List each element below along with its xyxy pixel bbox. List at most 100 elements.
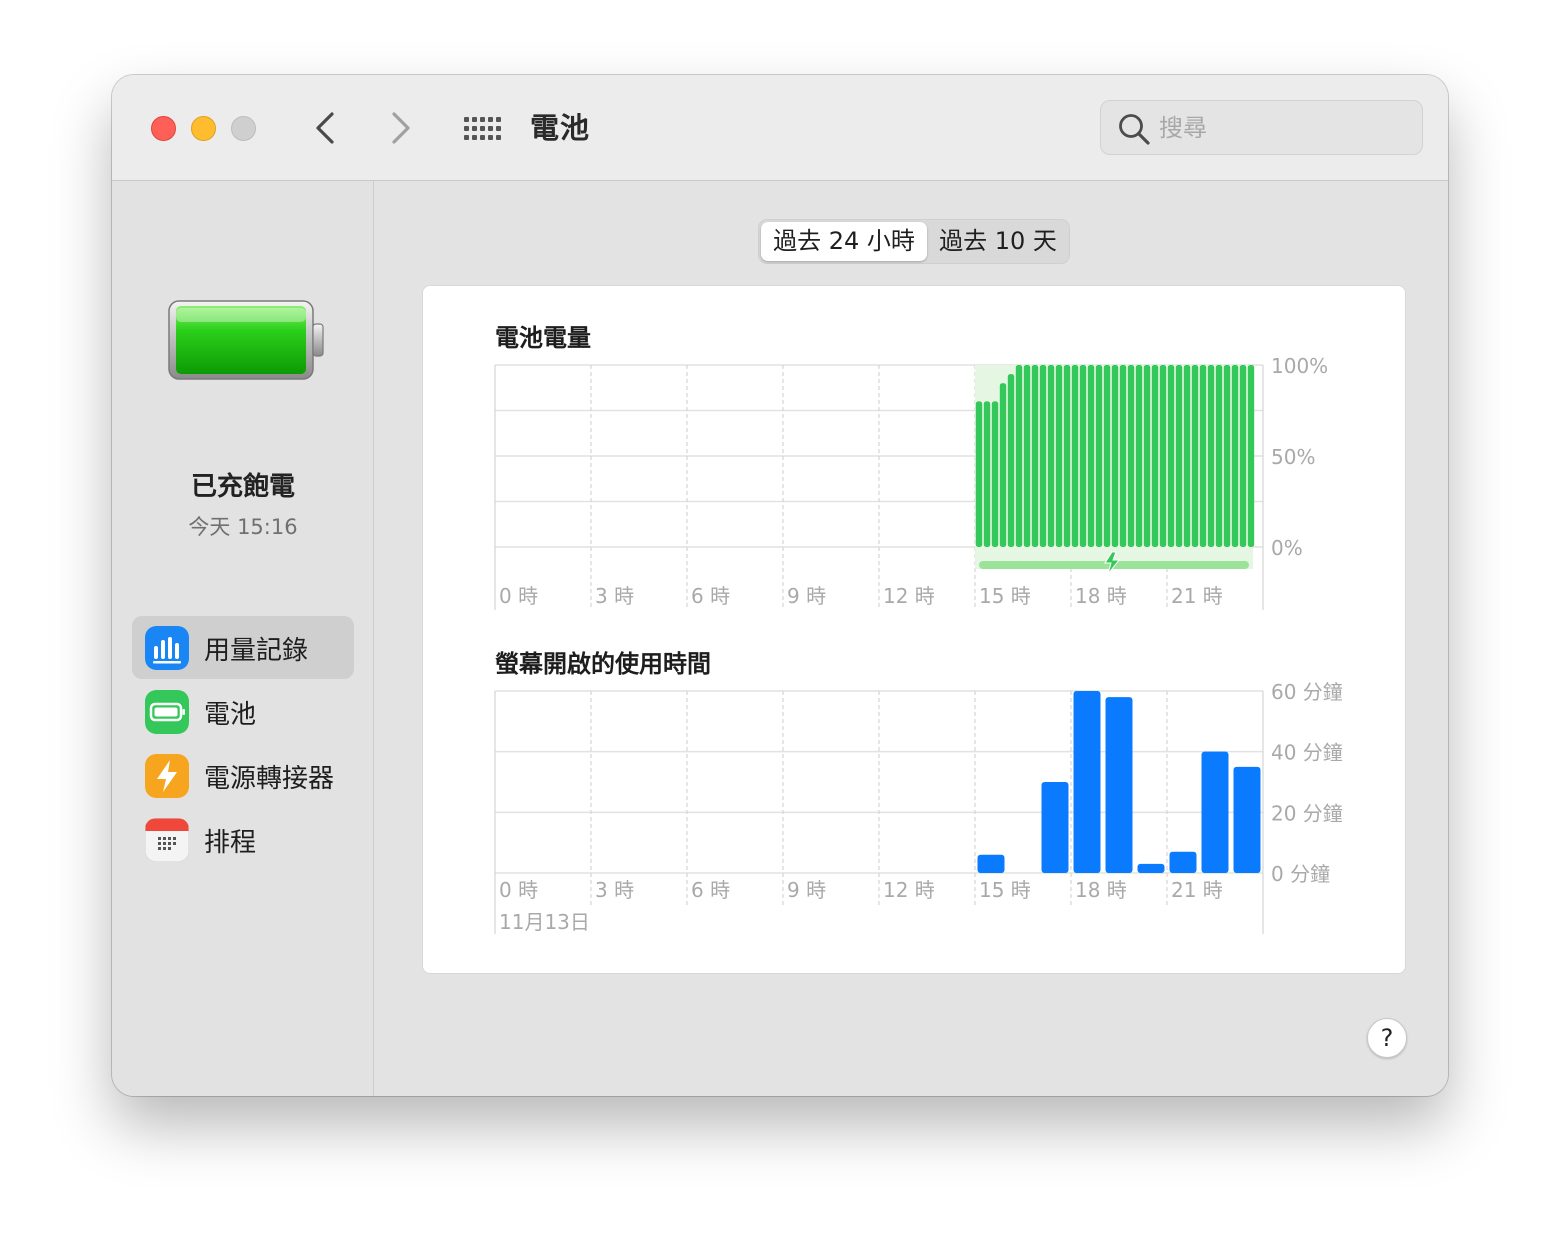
battery-level-bar: [1047, 365, 1055, 547]
battery-level-bar: [1183, 365, 1191, 547]
x-tick-label: 21 時: [1171, 584, 1223, 608]
title-bar: 電池: [112, 75, 1448, 181]
close-button[interactable]: [151, 116, 176, 141]
x-tick-label: 0 時: [499, 878, 538, 902]
sidebar-item-label: 排程: [204, 828, 257, 858]
battery-level-bar: [1111, 365, 1119, 547]
minimize-button[interactable]: [191, 116, 216, 141]
sidebar-item-power-adapter[interactable]: 電源轉接器: [132, 744, 354, 807]
battery-level-bar: [1207, 365, 1215, 547]
x-tick-label: 3 時: [595, 878, 634, 902]
y-tick-label: 0%: [1271, 536, 1303, 560]
battery-level-bar: [1167, 365, 1175, 547]
x-tick-label: 18 時: [1075, 584, 1127, 608]
x-tick-label: 12 時: [883, 584, 935, 608]
y-tick-label: 0 分鐘: [1271, 862, 1330, 886]
y-tick-label: 50%: [1271, 445, 1315, 469]
y-tick-label: 20 分鐘: [1271, 801, 1343, 825]
battery-level-bar: [1143, 365, 1151, 547]
x-tick-label: 3 時: [595, 584, 634, 608]
battery-level-bar: [1223, 365, 1231, 547]
battery-level-bar: [1151, 365, 1159, 547]
battery-level-bar: [983, 401, 991, 547]
battery-level-bar: [1079, 365, 1087, 547]
sidebar-item-label: 電池: [204, 700, 257, 730]
x-tick-label: 15 時: [979, 878, 1031, 902]
screen-time-bar: [1041, 782, 1069, 873]
battery-level-bar: [1095, 365, 1103, 547]
battery-level-bar: [1191, 365, 1199, 547]
y-tick-label: 100%: [1271, 354, 1328, 378]
segment-last-24-hours[interactable]: 過去 24 小時: [761, 222, 927, 261]
x-tick-label: 0 時: [499, 584, 538, 608]
usage-chart-icon: [145, 626, 189, 670]
battery-level-bar: [1031, 365, 1039, 547]
battery-level-bar: [1103, 365, 1111, 547]
window-title: 電池: [530, 111, 591, 145]
battery-level-bar: [1015, 365, 1023, 547]
x-tick-label: 9 時: [787, 584, 826, 608]
screen-time-bar: [1073, 691, 1101, 873]
battery-level-bar: [1039, 365, 1047, 547]
x-tick-label: 6 時: [691, 584, 730, 608]
sidebar: 已充飽電 今天 15:16 用量記錄 電池 電源轉接器 排程: [112, 181, 374, 1096]
screen-time-bar: [1201, 751, 1229, 873]
segment-last-10-days[interactable]: 過去 10 天: [929, 222, 1067, 261]
lightning-icon: [145, 754, 189, 798]
battery-level-bar: [1175, 365, 1183, 547]
battery-level-bar: [1087, 365, 1095, 547]
usage-charts: 電池電量 100% 50% 0% 0 時 3 時 6 時 9 時 12 時 15 時 18 時 21 …: [494, 324, 1343, 934]
battery-level-bar: [1135, 365, 1143, 547]
x-tick-label: 18 時: [1075, 878, 1127, 902]
battery-level-bar: [1119, 365, 1127, 547]
search-input[interactable]: [1159, 101, 1409, 154]
battery-level-bar: [1247, 365, 1255, 547]
sidebar-item-usage-history[interactable]: 用量記錄: [132, 616, 354, 679]
screen-time-title: 螢幕開啟的使用時間: [495, 650, 711, 678]
charts-card: 電池電量 100% 50% 0% 0 時 3 時 6 時 9 時 12 時 15 時 18 時 21 …: [422, 285, 1406, 974]
battery-level-bar: [1199, 365, 1207, 547]
help-button[interactable]: ?: [1367, 1018, 1407, 1058]
zoom-button[interactable]: [231, 116, 256, 141]
x-tick-label: 21 時: [1171, 878, 1223, 902]
battery-icon: [145, 690, 189, 734]
x-tick-label: 6 時: [691, 878, 730, 902]
screen-time-bar: [1169, 851, 1197, 873]
date-label: 11月13日: [499, 910, 590, 934]
battery-level-bar: [1215, 365, 1223, 547]
y-tick-label: 60 分鐘: [1271, 680, 1343, 704]
battery-level-bar: [1007, 374, 1015, 547]
screen-time-bar: [1105, 697, 1133, 873]
x-tick-label: 12 時: [883, 878, 935, 902]
battery-status-title: 已充飽電: [190, 472, 295, 502]
forward-arrow-icon[interactable]: [382, 108, 418, 148]
battery-level-bar: [1055, 365, 1063, 547]
sidebar-item-label: 用量記錄: [204, 636, 309, 666]
battery-level-bar: [975, 401, 983, 547]
sidebar-item-schedule[interactable]: 排程: [132, 808, 354, 871]
battery-level-title: 電池電量: [495, 324, 591, 352]
sidebar-item-label: 電源轉接器: [204, 764, 335, 794]
battery-level-bar: [1127, 365, 1135, 547]
y-tick-label: 40 分鐘: [1271, 741, 1343, 765]
battery-level-bar: [1231, 365, 1239, 547]
battery-level-bar: [1071, 365, 1079, 547]
calendar-icon: [145, 818, 189, 862]
battery-level-bar: [1063, 365, 1071, 547]
screen-time-bar: [977, 854, 1005, 873]
time-range-segmented-control: 過去 24 小時 過去 10 天: [758, 219, 1070, 264]
settings-window: 電池 搜尋 已充飽電 今天 15:16 用量記錄 電池 電源轉接器 排程 過去 …: [112, 75, 1448, 1096]
show-all-grid-icon[interactable]: [462, 114, 502, 144]
battery-level-bar: [1159, 365, 1167, 547]
battery-level-bar: [999, 383, 1007, 547]
screen-time-bar: [1233, 766, 1261, 873]
x-tick-label: 15 時: [979, 584, 1031, 608]
battery-full-icon: [168, 300, 324, 380]
search-field[interactable]: [1100, 100, 1423, 155]
x-tick-label: 9 時: [787, 878, 826, 902]
sidebar-item-battery[interactable]: 電池: [132, 680, 354, 743]
back-arrow-icon[interactable]: [308, 108, 344, 148]
battery-level-bar: [991, 401, 999, 547]
search-icon: [1119, 114, 1150, 145]
battery-status-time: 今天 15:16: [188, 515, 298, 539]
